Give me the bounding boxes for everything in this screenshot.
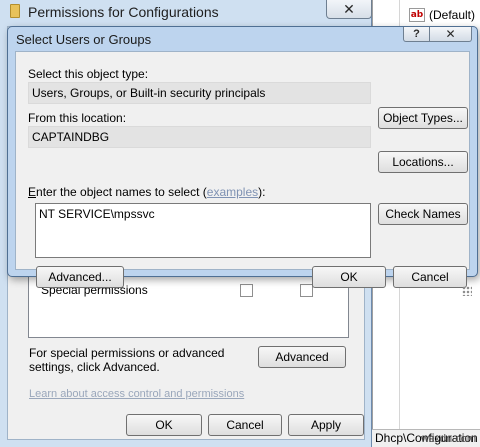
permissions-title-bar: Permissions for Configurations ✕ — [0, 0, 372, 24]
location-label: From this location: — [28, 111, 127, 125]
object-type-field: Users, Groups, or Built-in security prin… — [28, 82, 371, 104]
select-advanced-button[interactable]: Advanced... — [36, 266, 124, 288]
object-names-label: Enter the object names to select (exampl… — [28, 185, 265, 199]
learn-access-control-link[interactable]: Learn about access control and permissio… — [29, 388, 244, 400]
object-types-button[interactable]: Object Types... — [378, 107, 468, 129]
check-names-button[interactable]: Check Names — [378, 203, 468, 225]
cancel-button[interactable]: Cancel — [393, 266, 467, 288]
names-label-mnemonic: E — [28, 185, 37, 199]
names-label-text: nter the object names to select ( — [36, 185, 207, 199]
resize-grip-icon[interactable] — [462, 286, 472, 296]
select-dialog-title: Select Users or Groups — [16, 32, 152, 47]
help-icon[interactable]: ? — [403, 27, 430, 42]
registry-value-name: (Default) — [429, 8, 476, 22]
folder-icon — [10, 4, 20, 18]
ok-button[interactable]: OK — [312, 266, 386, 288]
examples-link[interactable]: examples — [207, 185, 258, 199]
names-label-suffix: ): — [258, 185, 266, 199]
registry-value-row[interactable]: ab (Default) — [409, 6, 475, 24]
permissions-ok-button[interactable]: OK — [126, 414, 202, 436]
allow-checkbox[interactable] — [240, 284, 253, 297]
registry-statusbar: Dhcp\Configuration wsxdn.com — [372, 429, 480, 447]
advanced-settings-text: For special permissions or advanced sett… — [29, 346, 225, 374]
advanced-button[interactable]: Advanced — [258, 346, 346, 368]
apply-button[interactable]: Apply — [288, 414, 364, 436]
string-value-icon: ab — [409, 8, 425, 22]
location-field: CAPTAINDBG — [28, 126, 371, 148]
permissions-title: Permissions for Configurations — [28, 4, 219, 20]
close-icon[interactable]: ✕ — [430, 27, 472, 42]
close-icon[interactable]: ✕ — [326, 0, 372, 19]
select-dialog-body: Select this object type: Users, Groups, … — [15, 51, 472, 296]
select-users-dialog: Select Users or Groups ? ✕ Select this o… — [7, 26, 478, 296]
permissions-cancel-button[interactable]: Cancel — [208, 414, 282, 436]
object-names-input[interactable]: NT SERVICE\mpssvc — [35, 203, 371, 258]
deny-checkbox[interactable] — [300, 284, 313, 297]
watermark: wsxdn.com — [420, 433, 476, 445]
object-type-label: Select this object type: — [28, 67, 149, 81]
locations-button[interactable]: Locations... — [378, 151, 468, 173]
